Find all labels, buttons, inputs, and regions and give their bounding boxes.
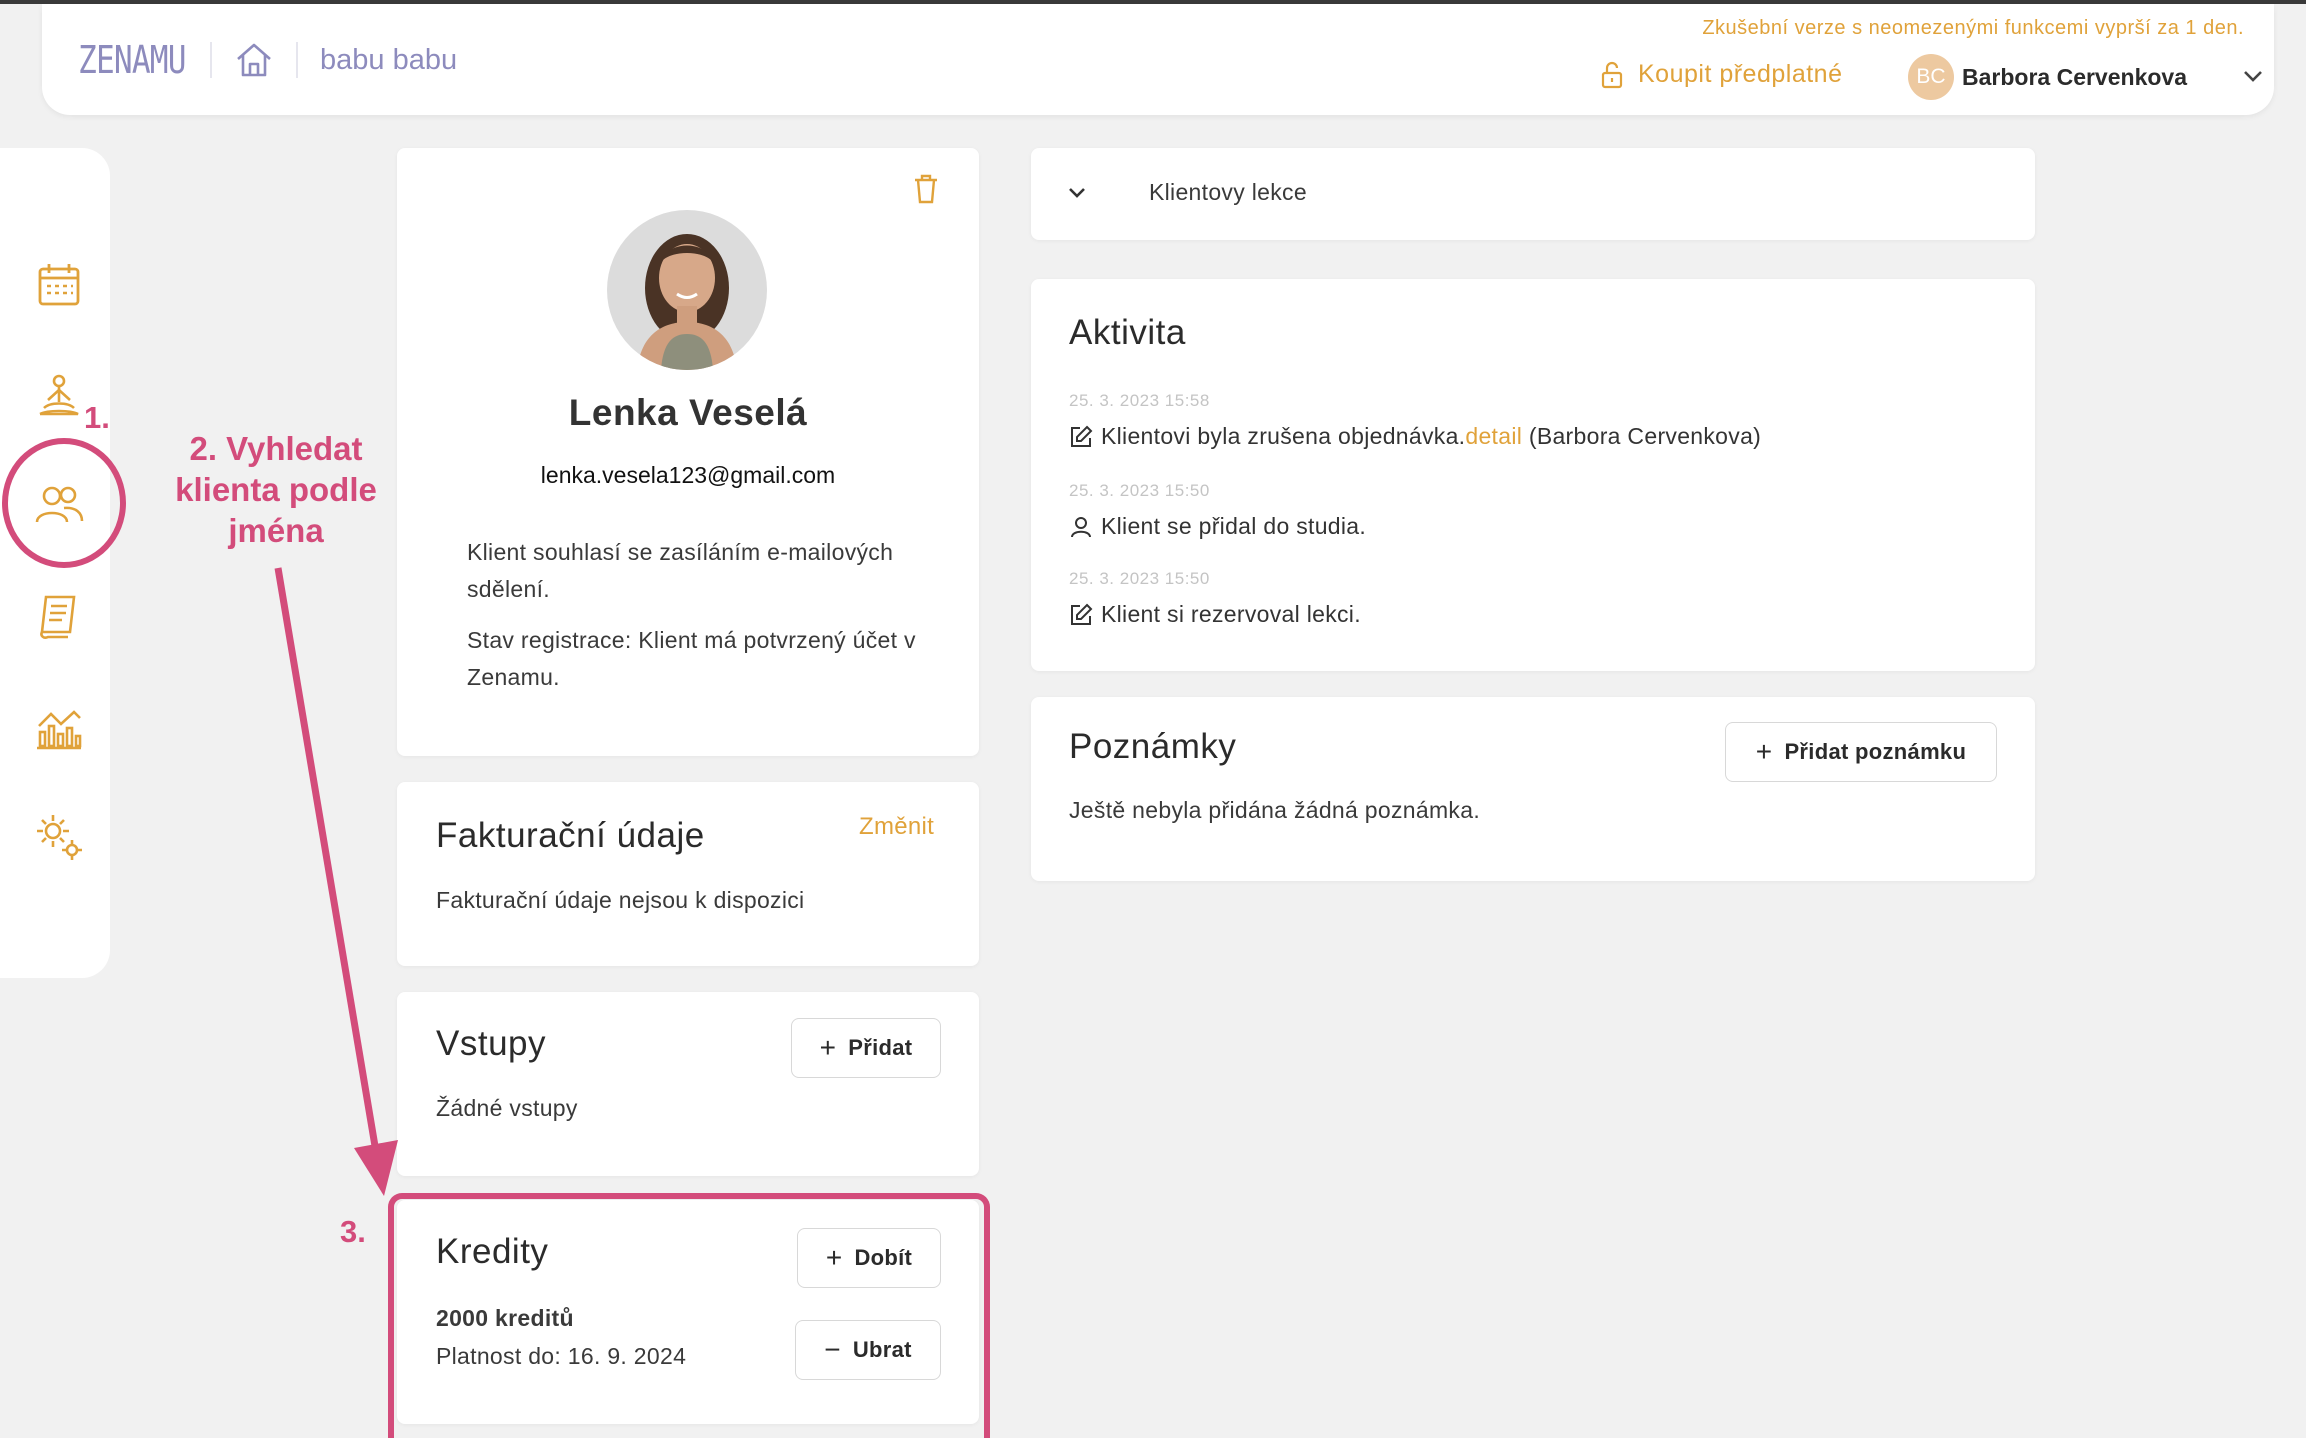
add-note-button[interactable]: + Přidat poznámku <box>1725 722 1997 782</box>
activity-title: Aktivita <box>1069 313 1186 352</box>
buy-subscription-button[interactable]: Koupit předplatné <box>1600 60 1842 89</box>
user-icon <box>1071 516 1091 537</box>
client-profile-card: Lenka Veselá lenka.vesela123@gmail.com K… <box>397 148 979 756</box>
activity-text: Klientovi byla zrušena objednávka. <box>1101 423 1466 449</box>
client-email[interactable]: lenka.vesela123@gmail.com <box>397 462 979 489</box>
unlock-icon <box>1601 61 1623 88</box>
zenamu-logo[interactable]: ZENAMU <box>78 38 186 82</box>
studio-name[interactable]: babu babu <box>320 44 457 77</box>
annotation-box <box>388 1193 990 1438</box>
edit-icon <box>1071 425 1093 447</box>
billing-empty-text: Fakturační údaje nejsou k dispozici <box>436 887 805 913</box>
add-note-label: Přidat poznámku <box>1784 739 1967 764</box>
header-divider <box>210 42 212 78</box>
entries-title: Vstupy <box>436 1024 546 1063</box>
user-name[interactable]: Barbora Cervenkova <box>1962 64 2187 91</box>
header-divider <box>296 42 298 78</box>
meditation-icon[interactable] <box>34 372 84 422</box>
activity-date: 25. 3. 2023 15:58 <box>1069 391 1210 410</box>
annotation-step-2: 2. Vyhledat klienta podle jména <box>160 428 392 551</box>
activity-text: Klient si rezervoval lekci. <box>1101 601 1361 627</box>
plus-icon: + <box>819 1032 837 1063</box>
invoice-icon[interactable] <box>34 592 84 642</box>
home-icon[interactable] <box>234 40 274 80</box>
trash-icon[interactable] <box>913 174 939 204</box>
annotation-step-2-line: jména <box>228 512 324 549</box>
notes-empty-text: Ještě nebyla přidána žádná poznámka. <box>1069 797 1481 823</box>
activity-card: Aktivita 25. 3. 2023 15:58 Klientovi byl… <box>1031 279 2035 671</box>
entries-empty-text: Žádné vstupy <box>436 1095 578 1121</box>
chevron-down-icon[interactable] <box>2242 68 2264 84</box>
notes-card: Poznámky + Přidat poznámku Ještě nebyla … <box>1031 697 2035 881</box>
trial-message: Zkušební verze s neomezenými funkcemi vy… <box>1702 17 2244 39</box>
plus-icon: + <box>1755 736 1773 767</box>
chart-icon[interactable] <box>34 704 84 754</box>
add-entry-button[interactable]: + Přidat <box>791 1018 941 1078</box>
billing-change-link[interactable]: Změnit <box>859 808 934 845</box>
client-photo <box>607 210 767 370</box>
registration-status: Stav registrace: Klient má potvrzený úče… <box>467 627 916 690</box>
activity-date: 25. 3. 2023 15:50 <box>1069 569 1210 588</box>
billing-title: Fakturační údaje <box>436 816 705 855</box>
annotation-step-2-line: 2. Vyhledat <box>189 430 363 467</box>
annotation-circle <box>2 438 126 568</box>
calendar-icon[interactable] <box>34 260 84 310</box>
edit-icon <box>1071 603 1093 625</box>
lessons-title[interactable]: Klientovy lekce <box>1149 174 1307 211</box>
consent-text: Klient souhlasí se zasíláním e-mailových… <box>467 539 894 602</box>
annotation-step-1: 1. <box>84 400 110 435</box>
activity-item: Klient si rezervoval lekci. <box>1069 601 1361 628</box>
activity-item: Klientovi byla zrušena objednávka.detail… <box>1069 423 1761 450</box>
activity-date: 25. 3. 2023 15:50 <box>1069 481 1210 500</box>
activity-author: (Barbora Cervenkova) <box>1522 423 1762 449</box>
user-avatar[interactable]: BC <box>1908 54 1954 100</box>
annotation-step-3: 3. <box>340 1214 366 1249</box>
add-entry-label: Přidat <box>848 1035 913 1060</box>
activity-detail-link[interactable]: detail <box>1465 423 1522 449</box>
activity-text: Klient se přidal do studia. <box>1101 513 1367 539</box>
settings-icon[interactable] <box>34 812 84 862</box>
buy-subscription-label: Koupit předplatné <box>1638 60 1843 88</box>
chevron-down-icon[interactable] <box>1067 186 1087 200</box>
top-header: ZENAMU babu babu Zkušební verze s neomez… <box>42 4 2274 115</box>
annotation-step-2-line: klienta podle <box>175 471 377 508</box>
activity-item: Klient se přidal do studia. <box>1069 513 1366 540</box>
client-lessons-card[interactable]: Klientovy lekce <box>1031 148 2035 240</box>
client-name: Lenka Veselá <box>568 392 808 433</box>
entries-card: Vstupy + Přidat Žádné vstupy <box>397 992 979 1176</box>
notes-title: Poznámky <box>1069 727 1237 766</box>
billing-card: Fakturační údaje Změnit Fakturační údaje… <box>397 782 979 966</box>
